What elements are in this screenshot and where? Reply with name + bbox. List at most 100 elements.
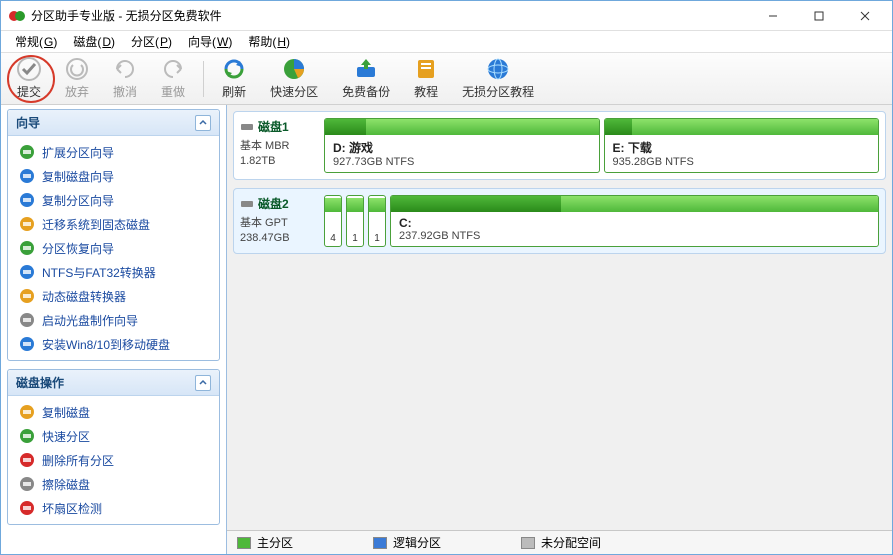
undo-label: 撤消 — [113, 83, 137, 100]
wizard-panel-header[interactable]: 向导 — [8, 110, 219, 136]
wizard-panel: 向导 扩展分区向导复制磁盘向导复制分区向导迁移系统到固态磁盘分区恢复向导 NTFS… — [7, 109, 220, 361]
quick-partition-label: 快速分区 — [270, 83, 318, 100]
sidebar-item-label: 擦除磁盘 — [42, 476, 90, 493]
tutorial-label: 教程 — [414, 83, 438, 100]
sidebar-item-label: 复制磁盘 — [42, 404, 90, 421]
partition-row: 411C:237.92GB NTFS — [324, 195, 879, 247]
copydisk-icon — [18, 167, 36, 185]
legend-primary: 主分区 — [237, 534, 293, 551]
small-partition[interactable]: 1 — [346, 195, 364, 247]
partition[interactable]: E: 下载935.28GB NTFS — [604, 118, 880, 173]
disk-size: 238.47GB — [240, 232, 318, 244]
sidebar-item-wintogo[interactable]: 安装Win8/10到移动硬盘 — [12, 332, 215, 356]
sidebar-item-copydisk[interactable]: 复制磁盘向导 — [12, 164, 215, 188]
badsector-icon — [18, 499, 36, 517]
submit-button[interactable]: 提交 — [5, 55, 53, 103]
tutorial-button[interactable]: 教程 — [402, 55, 450, 103]
wintogo-icon — [18, 335, 36, 353]
partition-bar — [325, 119, 599, 135]
app-icon — [9, 8, 25, 24]
globe-icon — [486, 57, 510, 81]
sidebar-item-bootcd[interactable]: 启动光盘制作向导 — [12, 308, 215, 332]
copydisk2-icon — [18, 403, 36, 421]
undo-button[interactable]: 撤消 — [101, 55, 149, 103]
partition-text: C:237.92GB NTFS — [391, 212, 878, 246]
wizard-title: 向导 — [16, 114, 40, 131]
legend-swatch-primary — [237, 537, 251, 549]
delall-icon — [18, 451, 36, 469]
copypart-icon — [18, 191, 36, 209]
sidebar-item-label: 复制分区向导 — [42, 192, 114, 209]
lossless-label: 无损分区教程 — [462, 83, 534, 100]
diskops-panel-header[interactable]: 磁盘操作 — [8, 370, 219, 396]
legend-logical: 逻辑分区 — [373, 534, 441, 551]
sidebar-item-copydisk2[interactable]: 复制磁盘 — [12, 400, 215, 424]
sidebar-item-dynamic[interactable]: 动态磁盘转换器 — [12, 284, 215, 308]
legend-swatch-logical — [373, 537, 387, 549]
submit-label: 提交 — [17, 83, 41, 100]
sidebar-item-label: 快速分区 — [42, 428, 90, 445]
partition-text: D: 游戏927.73GB NTFS — [325, 135, 599, 172]
sidebar-item-migrate[interactable]: 迁移系统到固态磁盘 — [12, 212, 215, 236]
close-button[interactable] — [842, 2, 888, 30]
disk-list: 磁盘1基本 MBR1.82TBD: 游戏927.73GB NTFSE: 下载93… — [227, 105, 892, 530]
sidebar: 向导 扩展分区向导复制磁盘向导复制分区向导迁移系统到固态磁盘分区恢复向导 NTFS… — [1, 105, 227, 554]
disk-card[interactable]: 磁盘2基本 GPT238.47GB411C:237.92GB NTFS — [233, 188, 886, 254]
partition-bar — [605, 119, 879, 135]
book-icon — [414, 57, 438, 81]
small-partition[interactable]: 4 — [324, 195, 342, 247]
small-partition[interactable]: 1 — [368, 195, 386, 247]
toolbar-separator — [203, 61, 204, 97]
sidebar-item-recover[interactable]: 分区恢复向导 — [12, 236, 215, 260]
sidebar-item-label: 迁移系统到固态磁盘 — [42, 216, 150, 233]
disk-card[interactable]: 磁盘1基本 MBR1.82TBD: 游戏927.73GB NTFSE: 下载93… — [233, 111, 886, 180]
sidebar-item-expand[interactable]: 扩展分区向导 — [12, 140, 215, 164]
refresh-button[interactable]: 刷新 — [210, 55, 258, 103]
sidebar-item-badsector[interactable]: 坏扇区检测 — [12, 496, 215, 520]
sidebar-item-label: 动态磁盘转换器 — [42, 288, 126, 305]
sidebar-item-wipe[interactable]: 擦除磁盘 — [12, 472, 215, 496]
discard-button[interactable]: 放弃 — [53, 55, 101, 103]
diskops-title: 磁盘操作 — [16, 374, 64, 391]
titlebar: 分区助手专业版 - 无损分区免费软件 — [1, 1, 892, 31]
sidebar-item-quick[interactable]: 快速分区 — [12, 424, 215, 448]
wizard-items: 扩展分区向导复制磁盘向导复制分区向导迁移系统到固态磁盘分区恢复向导 NTFS与FA… — [8, 136, 219, 360]
sidebar-item-label: 复制磁盘向导 — [42, 168, 114, 185]
disk-type: 基本 GPT — [240, 214, 318, 230]
dynamic-icon — [18, 287, 36, 305]
minimize-button[interactable] — [750, 2, 796, 30]
sidebar-item-label: NTFS与FAT32转换器 — [42, 264, 156, 281]
menu-g[interactable]: 常规(G) — [7, 31, 65, 52]
collapse-icon[interactable] — [195, 375, 211, 391]
diskops-panel: 磁盘操作 复制磁盘快速分区删除所有分区擦除磁盘坏扇区检测 — [7, 369, 220, 525]
quick-partition-button[interactable]: 快速分区 — [258, 55, 330, 103]
pie-icon — [282, 57, 306, 81]
menu-w[interactable]: 向导(W) — [180, 31, 240, 52]
maximize-button[interactable] — [796, 2, 842, 30]
toolbar: 提交 放弃 撤消 重做 刷新 快速分区 免费备份 教程 无损分区教程 — [1, 53, 892, 105]
refresh-icon — [222, 57, 246, 81]
backup-button[interactable]: 免费备份 — [330, 55, 402, 103]
redo-button[interactable]: 重做 — [149, 55, 197, 103]
partition[interactable]: C:237.92GB NTFS — [390, 195, 879, 247]
partition[interactable]: D: 游戏927.73GB NTFS — [324, 118, 600, 173]
legend: 主分区 逻辑分区 未分配空间 — [227, 530, 892, 554]
disk-size: 1.82TB — [240, 155, 318, 167]
checkmark-icon — [17, 57, 41, 81]
sidebar-item-copypart[interactable]: 复制分区向导 — [12, 188, 215, 212]
backup-icon — [354, 57, 378, 81]
sidebar-item-convert[interactable]: NTFS与FAT32转换器 — [12, 260, 215, 284]
lossless-tutorial-button[interactable]: 无损分区教程 — [450, 55, 546, 103]
partition-text: E: 下载935.28GB NTFS — [605, 135, 879, 172]
content: 磁盘1基本 MBR1.82TBD: 游戏927.73GB NTFSE: 下载93… — [227, 105, 892, 554]
sidebar-item-delall[interactable]: 删除所有分区 — [12, 448, 215, 472]
collapse-icon[interactable] — [195, 115, 211, 131]
menu-p[interactable]: 分区(P) — [123, 31, 180, 52]
menu-d[interactable]: 磁盘(D) — [65, 31, 123, 52]
refresh-label: 刷新 — [222, 83, 246, 100]
disk-type: 基本 MBR — [240, 137, 318, 153]
disk-info: 磁盘2基本 GPT238.47GB — [240, 195, 318, 247]
menu-h[interactable]: 帮助(H) — [240, 31, 298, 52]
expand-icon — [18, 143, 36, 161]
wipe-icon — [18, 475, 36, 493]
